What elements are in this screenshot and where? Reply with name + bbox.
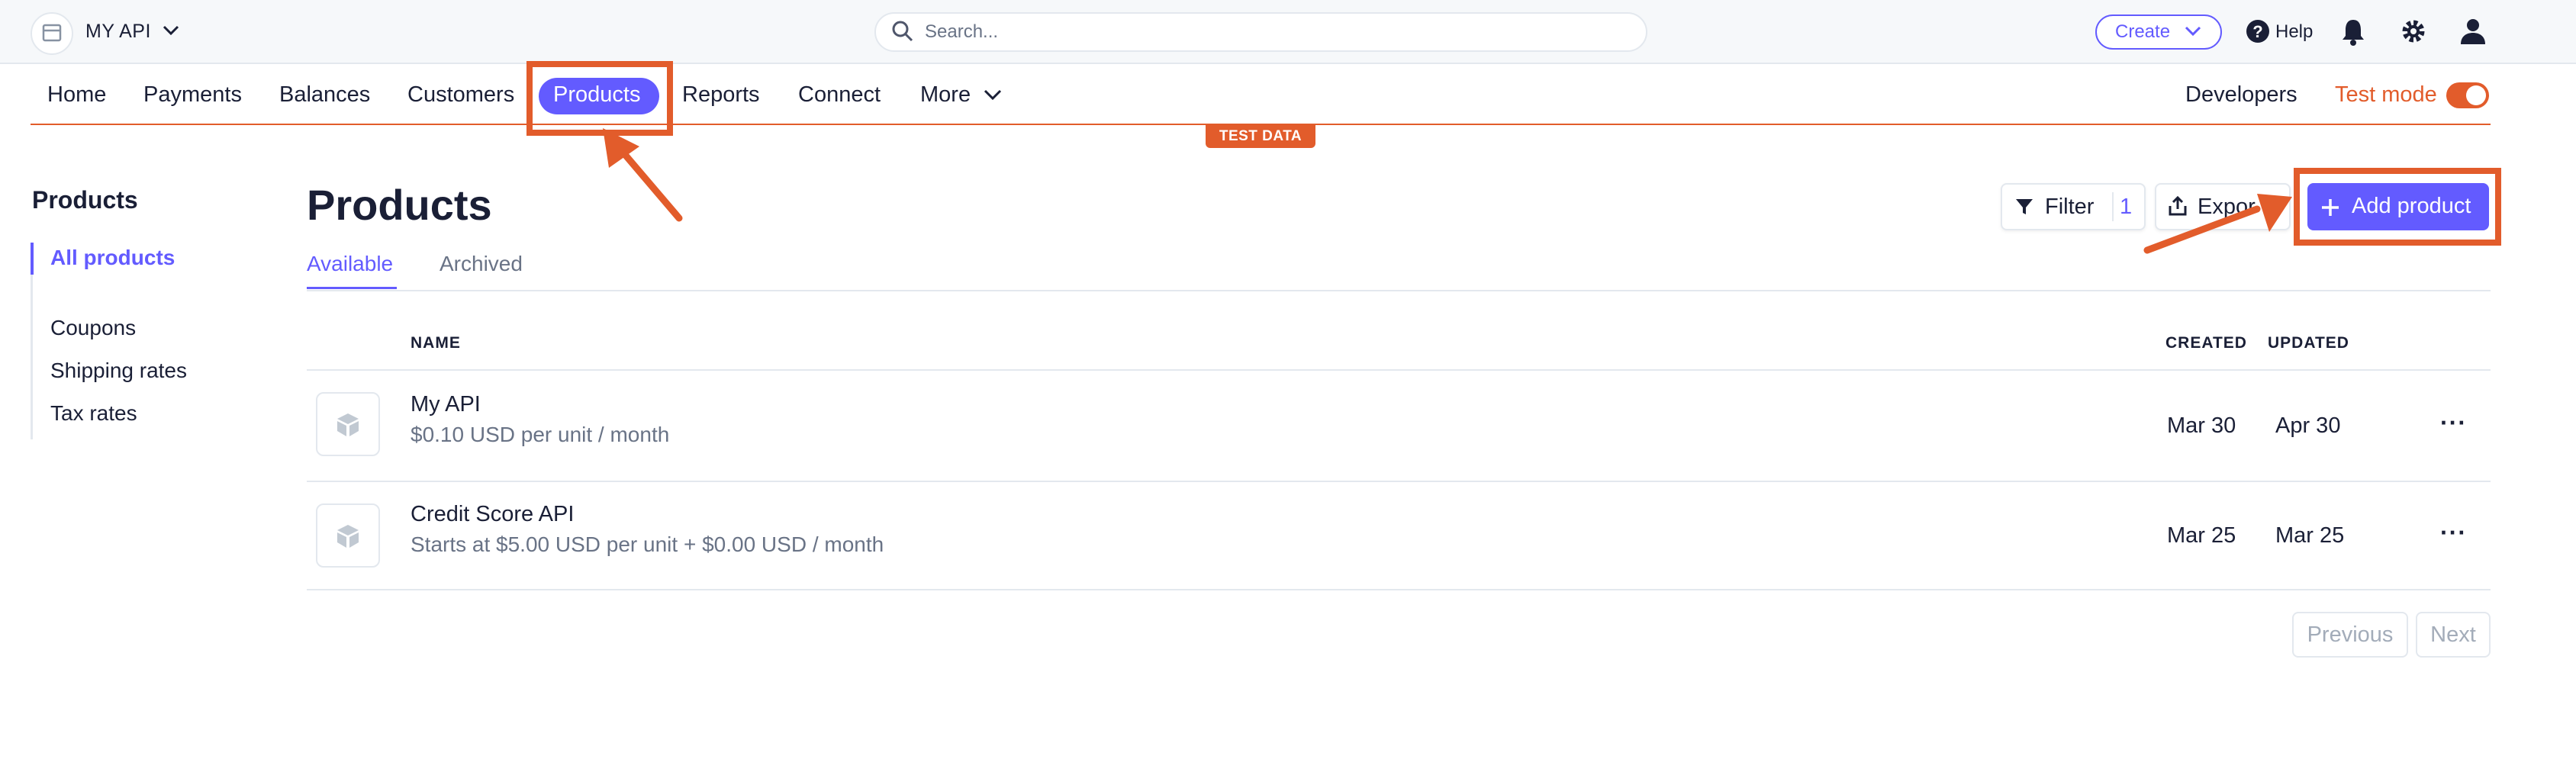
sidebar-title: Products (32, 186, 138, 214)
filter-label: Filter (2045, 195, 2095, 219)
help-icon[interactable]: ? (2245, 18, 2271, 44)
add-product-highlight-box (2294, 168, 2501, 246)
user-icon[interactable] (2458, 17, 2487, 46)
svg-text:?: ? (2252, 22, 2262, 41)
create-label: Create (2115, 21, 2171, 42)
table-divider (307, 369, 2491, 371)
gear-icon[interactable] (2399, 17, 2428, 46)
test-data-badge: TEST DATA (1206, 125, 1315, 148)
sidebar-item-tax-rates[interactable]: Tax rates (50, 401, 137, 426)
row-more-icon[interactable]: ··· (2440, 519, 2467, 547)
nav-home[interactable]: Home (47, 82, 106, 108)
test-mode-label: Test mode (2335, 82, 2437, 107)
account-avatar[interactable] (31, 12, 73, 55)
chevron-down-icon[interactable] (162, 24, 180, 37)
bell-icon[interactable] (2339, 17, 2367, 46)
sidebar-active-indicator (31, 243, 34, 275)
nav-reports[interactable]: Reports (682, 82, 760, 108)
column-header-created[interactable]: CREATED (2165, 334, 2247, 352)
sidebar-item-shipping-rates[interactable]: Shipping rates (50, 359, 187, 383)
updated-date: Apr 30 (2275, 413, 2341, 438)
nav-balances[interactable]: Balances (279, 82, 370, 108)
next-page-button[interactable]: Next (2416, 612, 2491, 658)
filter-icon (2016, 199, 2033, 214)
sidebar-item-coupons[interactable]: Coupons (50, 316, 136, 340)
chevron-down-icon[interactable] (983, 88, 1003, 102)
product-price: Starts at $5.00 USD per unit + $0.00 USD… (411, 532, 884, 556)
box-icon (337, 525, 359, 548)
nav-more[interactable]: More (920, 82, 971, 108)
nav-developers[interactable]: Developers (2185, 82, 2297, 108)
nav-payments[interactable]: Payments (143, 82, 242, 108)
chevron-down-icon (2185, 26, 2201, 37)
product-price: $0.10 USD per unit / month (411, 423, 670, 446)
created-date: Mar 25 (2167, 523, 2236, 548)
search-placeholder: Search... (925, 21, 999, 42)
tab-archived[interactable]: Archived (440, 252, 523, 276)
column-header-name[interactable]: NAME (411, 334, 461, 352)
table-divider (307, 481, 2491, 482)
product-name[interactable]: Credit Score API (411, 502, 574, 527)
filter-count: 1 (2120, 195, 2133, 219)
toggle-knob (2466, 85, 2486, 105)
created-date: Mar 30 (2167, 413, 2236, 438)
updated-date: Mar 25 (2275, 523, 2345, 548)
account-name[interactable]: MY API (85, 21, 151, 43)
arrow-icon (603, 128, 683, 222)
sidebar-item-all-products[interactable]: All products (50, 246, 175, 270)
store-icon (42, 24, 62, 42)
product-thumbnail (316, 392, 380, 456)
arrow-icon (2143, 194, 2292, 254)
product-thumbnail (316, 503, 380, 568)
product-name[interactable]: My API (411, 392, 481, 417)
tab-active-underline (307, 287, 397, 289)
nav-customers[interactable]: Customers (407, 82, 514, 108)
tabs-divider (307, 290, 2491, 291)
previous-page-button[interactable]: Previous (2292, 612, 2408, 658)
help-link[interactable]: Help (2275, 21, 2313, 43)
column-header-updated[interactable]: UPDATED (2268, 334, 2349, 352)
table-divider (307, 589, 2491, 590)
nav-connect[interactable]: Connect (798, 82, 881, 108)
tab-available[interactable]: Available (307, 252, 393, 276)
page-title: Products (307, 181, 492, 229)
row-more-icon[interactable]: ··· (2440, 409, 2467, 437)
filter-divider (2112, 192, 2114, 221)
box-icon (337, 413, 359, 436)
search-icon (892, 21, 913, 42)
